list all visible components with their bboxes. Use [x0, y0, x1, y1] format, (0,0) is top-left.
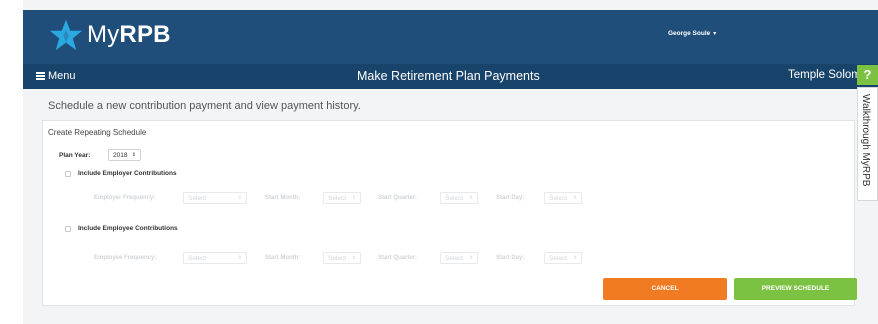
up-down-arrows-icon: ⇕ — [237, 255, 242, 261]
preview-schedule-button[interactable]: PREVIEW SCHEDULE — [734, 278, 857, 300]
employer-start-day-select[interactable]: Select ⇕ — [544, 192, 582, 204]
up-down-arrows-icon: ⇕ — [351, 255, 356, 261]
hamburger-icon — [36, 71, 45, 82]
employee-frequency-label: Employee Frequency: — [94, 255, 157, 261]
up-down-arrows-icon: ⇕ — [237, 195, 242, 201]
employer-start-month-value: Select — [328, 194, 347, 202]
plan-year-select[interactable]: 2018 ⇕ — [108, 149, 141, 161]
employee-start-day-label: Start Day: — [496, 255, 525, 261]
myrpb-logo[interactable]: MyRPB — [49, 18, 171, 52]
employee-start-quarter-label: Start Quarter: — [378, 255, 418, 261]
panel-title: Create Repeating Schedule — [48, 128, 147, 137]
logo-text: MyRPB — [87, 21, 171, 49]
employee-start-day-select[interactable]: Select ⇕ — [544, 252, 582, 264]
page-subtitle: Schedule a new contribution payment and … — [48, 100, 361, 112]
up-down-arrows-icon: ⇕ — [351, 195, 356, 201]
menu-label: Menu — [48, 70, 76, 82]
employee-contributions-label: Include Employee Contributions — [78, 225, 178, 232]
nav-bar: Menu Make Retirement Plan Payments Templ… — [23, 64, 878, 89]
employee-frequency-value: Select — [188, 254, 207, 262]
employer-start-quarter-value: Select — [445, 194, 464, 202]
employer-start-quarter-label: Start Quarter: — [378, 195, 418, 201]
employer-start-day-value: Select — [549, 194, 568, 202]
top-header: MyRPB George Soule ▾ — [23, 10, 878, 64]
employee-start-month-label: Start Month: — [265, 255, 301, 261]
employee-start-quarter-select[interactable]: Select ⇕ — [440, 252, 478, 264]
page-title: Make Retirement Plan Payments — [357, 69, 540, 83]
up-down-arrows-icon: ⇕ — [131, 152, 136, 158]
repeating-schedule-panel: Create Repeating Schedule Plan Year: 201… — [42, 120, 855, 306]
employer-contributions-label: Include Employer Contributions — [78, 170, 177, 177]
walkthrough-tab[interactable]: Walkthrough MyRPB — [857, 87, 878, 201]
employee-contributions-checkbox[interactable] — [65, 226, 71, 232]
user-menu[interactable]: George Soule ▾ — [668, 30, 716, 37]
employer-start-day-label: Start Day: — [496, 195, 525, 201]
up-down-arrows-icon: ⇕ — [572, 195, 577, 201]
up-down-arrows-icon: ⇕ — [468, 255, 473, 261]
logo-bold: RPB — [119, 21, 171, 48]
plan-year-value: 2018 — [113, 151, 128, 159]
employee-start-day-value: Select — [549, 254, 568, 262]
employer-start-month-label: Start Month: — [265, 195, 301, 201]
organization-name: Temple Solom — [788, 69, 861, 81]
employee-start-quarter-value: Select — [445, 254, 464, 262]
employer-start-quarter-select[interactable]: Select ⇕ — [440, 192, 478, 204]
star-logo-icon — [49, 19, 83, 51]
logo-prefix: My — [87, 21, 120, 48]
employer-frequency-select[interactable]: Select ⇕ — [183, 192, 247, 204]
walkthrough-label: Walkthrough MyRPB — [860, 94, 871, 187]
employer-contributions-checkbox[interactable] — [65, 171, 71, 177]
employee-start-month-value: Select — [328, 254, 347, 262]
employee-frequency-select[interactable]: Select ⇕ — [183, 252, 247, 264]
user-name: George Soule — [668, 30, 711, 37]
help-button[interactable]: ? — [857, 65, 878, 85]
employer-frequency-label: Employer Frequency: — [94, 195, 156, 201]
menu-button[interactable]: Menu — [36, 70, 76, 82]
employer-start-month-select[interactable]: Select ⇕ — [323, 192, 361, 204]
up-down-arrows-icon: ⇕ — [572, 255, 577, 261]
cancel-button[interactable]: CANCEL — [603, 278, 727, 300]
employer-frequency-value: Select — [188, 194, 207, 202]
plan-year-label: Plan Year: — [59, 152, 91, 159]
caret-down-icon: ▾ — [713, 31, 717, 37]
up-down-arrows-icon: ⇕ — [468, 195, 473, 201]
employee-start-month-select[interactable]: Select ⇕ — [323, 252, 361, 264]
